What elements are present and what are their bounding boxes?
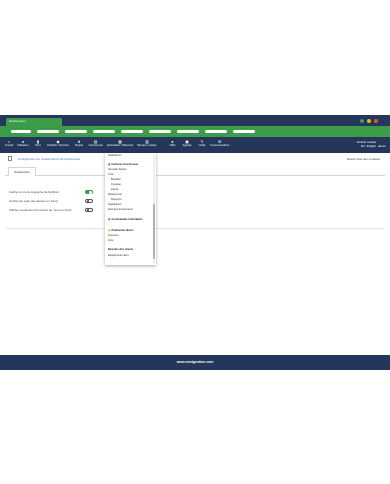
footer: www.nextgestion.com [0, 355, 390, 370]
menu-item-banque[interactable]: ▥ Banque / Caisse [137, 139, 157, 148]
nav-pill [65, 130, 87, 133]
top-menu: ⌂ Accueil ● Utilisateur ▮ Tiers ◆ Produits /… [0, 137, 390, 153]
money-icon: ▣ [108, 229, 111, 232]
user-name[interactable]: admin [378, 144, 386, 148]
menu-item-utilisateur[interactable]: ● Utilisateur [16, 139, 30, 148]
dropdown-header[interactable]: ▣Factures fournisseur [108, 162, 138, 166]
nav-pill [149, 130, 171, 133]
nav-pill [93, 130, 115, 133]
dropdown-subitem[interactable]: Payée [111, 188, 118, 191]
browser-tab-label: NextGestion [9, 119, 26, 123]
nav-pill [205, 130, 227, 133]
document-icon [8, 156, 12, 161]
language-switch[interactable]: FR / English [357, 144, 376, 148]
menu-item-agenda[interactable]: ▣ Agenda [181, 139, 193, 148]
dropdown-item[interactable]: Statistiques [108, 154, 121, 157]
dropdown-header[interactable]: ▣Commandes facturables [108, 217, 143, 221]
divider [5, 228, 385, 229]
option-toggle[interactable] [85, 190, 93, 194]
nav-pill [121, 130, 143, 133]
dropdown-item[interactable]: Liste [108, 173, 113, 176]
minimize-icon[interactable] [360, 119, 364, 123]
option-label: Cacher le menu à gauche de Dolibarr [9, 190, 59, 194]
invoice-icon: ▣ [108, 163, 111, 166]
option-toggle[interactable] [85, 199, 93, 203]
dropdown-menu: Statistiques ▣Factures fournisseur Nouve… [105, 153, 156, 265]
nav-pill [233, 130, 255, 133]
nav-pill [177, 130, 199, 133]
dropdown-item[interactable]: Règlements client [108, 254, 129, 257]
dropdown-item[interactable]: Statistiques [108, 203, 121, 206]
dropdown-header[interactable]: Bouclier des clients [108, 248, 133, 251]
dropdown-item[interactable]: Liste [108, 239, 113, 242]
scrollbar-thumb[interactable] [153, 204, 155, 259]
menu-item-produits[interactable]: ◆ Produits / Services [45, 139, 71, 148]
maximize-icon[interactable] [367, 119, 371, 123]
dropdown-item[interactable]: Règlements [108, 193, 122, 196]
option-label: Cacher de suite (au-dessus en haut) [9, 199, 58, 203]
dropdown-header[interactable]: ▣Paiements divers [108, 228, 134, 232]
close-icon[interactable] [374, 119, 378, 123]
user-box[interactable]: Société modèle FR / English [357, 140, 376, 148]
footer-link[interactable]: www.nextgestion.com [177, 360, 214, 364]
tabs-bar: Paramètres [5, 165, 385, 176]
menu-item-accueil[interactable]: ⌂ Accueil [3, 139, 15, 148]
dropdown-subitem[interactable]: Brouillon [111, 178, 121, 181]
app-frame: NextGestion ⌂ Accueil ● Utilisateur ▮ Tiers… [0, 115, 390, 370]
page-title: Configuration du module Menu 3C Responsi… [18, 157, 81, 161]
dropdown-item[interactable]: Factures fournisseurs [108, 208, 133, 211]
invoice-icon: ▣ [108, 218, 111, 221]
address-bar [0, 126, 390, 137]
browser-chrome: NextGestion [0, 115, 390, 126]
menu-item-grh[interactable]: ● GRH [168, 139, 177, 148]
dropdown-item[interactable]: Nouvelle facture [108, 168, 127, 171]
option-label: Afficher seulement les icônes du menu en… [9, 208, 72, 212]
back-link[interactable]: Retour liste des modules [347, 157, 380, 161]
menu-item-commercial[interactable]: ▤ Commercial [87, 139, 104, 148]
dropdown-item[interactable]: Nouveau [108, 234, 118, 237]
menu-item-facturation[interactable]: ▦ Facturation / Paiement [105, 139, 135, 148]
menu-item-projets[interactable]: ⋔ Projets [73, 139, 85, 148]
dropdown-scrollbar[interactable] [153, 155, 155, 263]
dropdown-subitem[interactable]: Impayée [111, 183, 121, 186]
dropdown-subitem[interactable]: Rapports [111, 198, 122, 201]
browser-tab[interactable]: NextGestion [6, 118, 62, 126]
option-toggle[interactable] [85, 208, 93, 212]
menu-item-tiers[interactable]: ▮ Tiers [33, 139, 43, 148]
nav-pill [11, 130, 31, 133]
tab-parametres[interactable]: Paramètres [8, 167, 36, 176]
nav-pill [37, 130, 59, 133]
menu-item-outils[interactable]: ✎ Outils [197, 139, 207, 148]
menu-item-communications[interactable]: ✉ Communications [210, 139, 229, 148]
